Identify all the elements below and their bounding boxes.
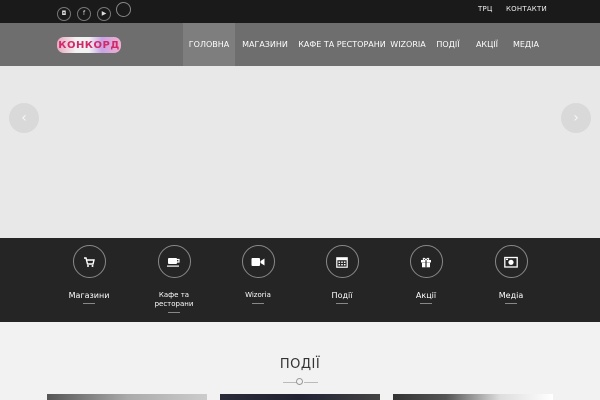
search-toggle-icon[interactable] [116,2,131,17]
nav-item-wizoria[interactable]: WIZORIA [390,23,425,66]
title-divider-dot [296,378,303,385]
title-divider-left [283,382,297,383]
calendar-icon [325,245,359,278]
event-card-thumbnail[interactable] [47,394,207,400]
chevron-left-icon: ‹ [21,110,27,126]
category-media[interactable]: Медіа [476,245,546,304]
nav-item-cafes[interactable]: КАФЕ ТА РЕСТОРАНИ [298,23,386,66]
title-divider-right [304,382,318,383]
category-label: Кафе та ресторани [154,291,194,308]
instagram-icon[interactable]: ◘ [57,7,71,21]
hero-slider: ‹ › [0,66,600,238]
category-cafes[interactable]: Кафе та ресторани [139,245,209,313]
category-label: Магазини [68,291,110,300]
main-navbar: КОНКОРД ГОЛОВНА МАГАЗИНИ КАФЕ ТА РЕСТОРА… [0,23,600,66]
category-label: Акції [415,291,437,300]
slider-prev-button[interactable]: ‹ [9,103,39,133]
coffee-cup-icon [157,245,191,278]
nav-item-home[interactable]: ГОЛОВНА [183,23,235,66]
category-label: Wizoria [245,291,271,299]
category-band: Магазини Кафе та ресторани Wizoria Події… [0,238,600,322]
category-promos[interactable]: Акції [391,245,461,304]
photo-icon [494,245,528,278]
gift-icon [409,245,443,278]
slider-next-button[interactable]: › [561,103,591,133]
nav-item-media[interactable]: МЕДІА [512,23,540,66]
category-events[interactable]: Події [307,245,377,304]
event-card-thumbnail[interactable] [220,394,380,400]
nav-item-promos[interactable]: АКЦІЇ [474,23,500,66]
logo-text: КОНКОРД [58,39,120,51]
category-wizoria[interactable]: Wizoria [223,245,293,304]
site-logo[interactable]: КОНКОРД [57,37,121,53]
nav-item-events[interactable]: ПОДІЇ [434,23,462,66]
top-link-contacts[interactable]: КОНТАКТИ [506,5,547,13]
category-label: Події [331,291,353,300]
youtube-icon[interactable]: ▶ [97,7,111,21]
event-card-thumbnail[interactable] [393,394,553,400]
chevron-right-icon: › [573,110,579,126]
category-label: Медіа [498,291,524,300]
top-link-trc[interactable]: ТРЦ [478,5,493,13]
video-camera-icon [241,245,275,278]
nav-item-shops[interactable]: МАГАЗИНИ [238,23,292,66]
cart-icon [72,245,106,278]
facebook-icon[interactable]: f [77,7,91,21]
top-bar: ◘ f ▶ ТРЦ КОНТАКТИ [0,0,600,23]
events-section-title: ПОДІЇ [279,357,321,372]
category-shops[interactable]: Магазини [54,245,124,304]
